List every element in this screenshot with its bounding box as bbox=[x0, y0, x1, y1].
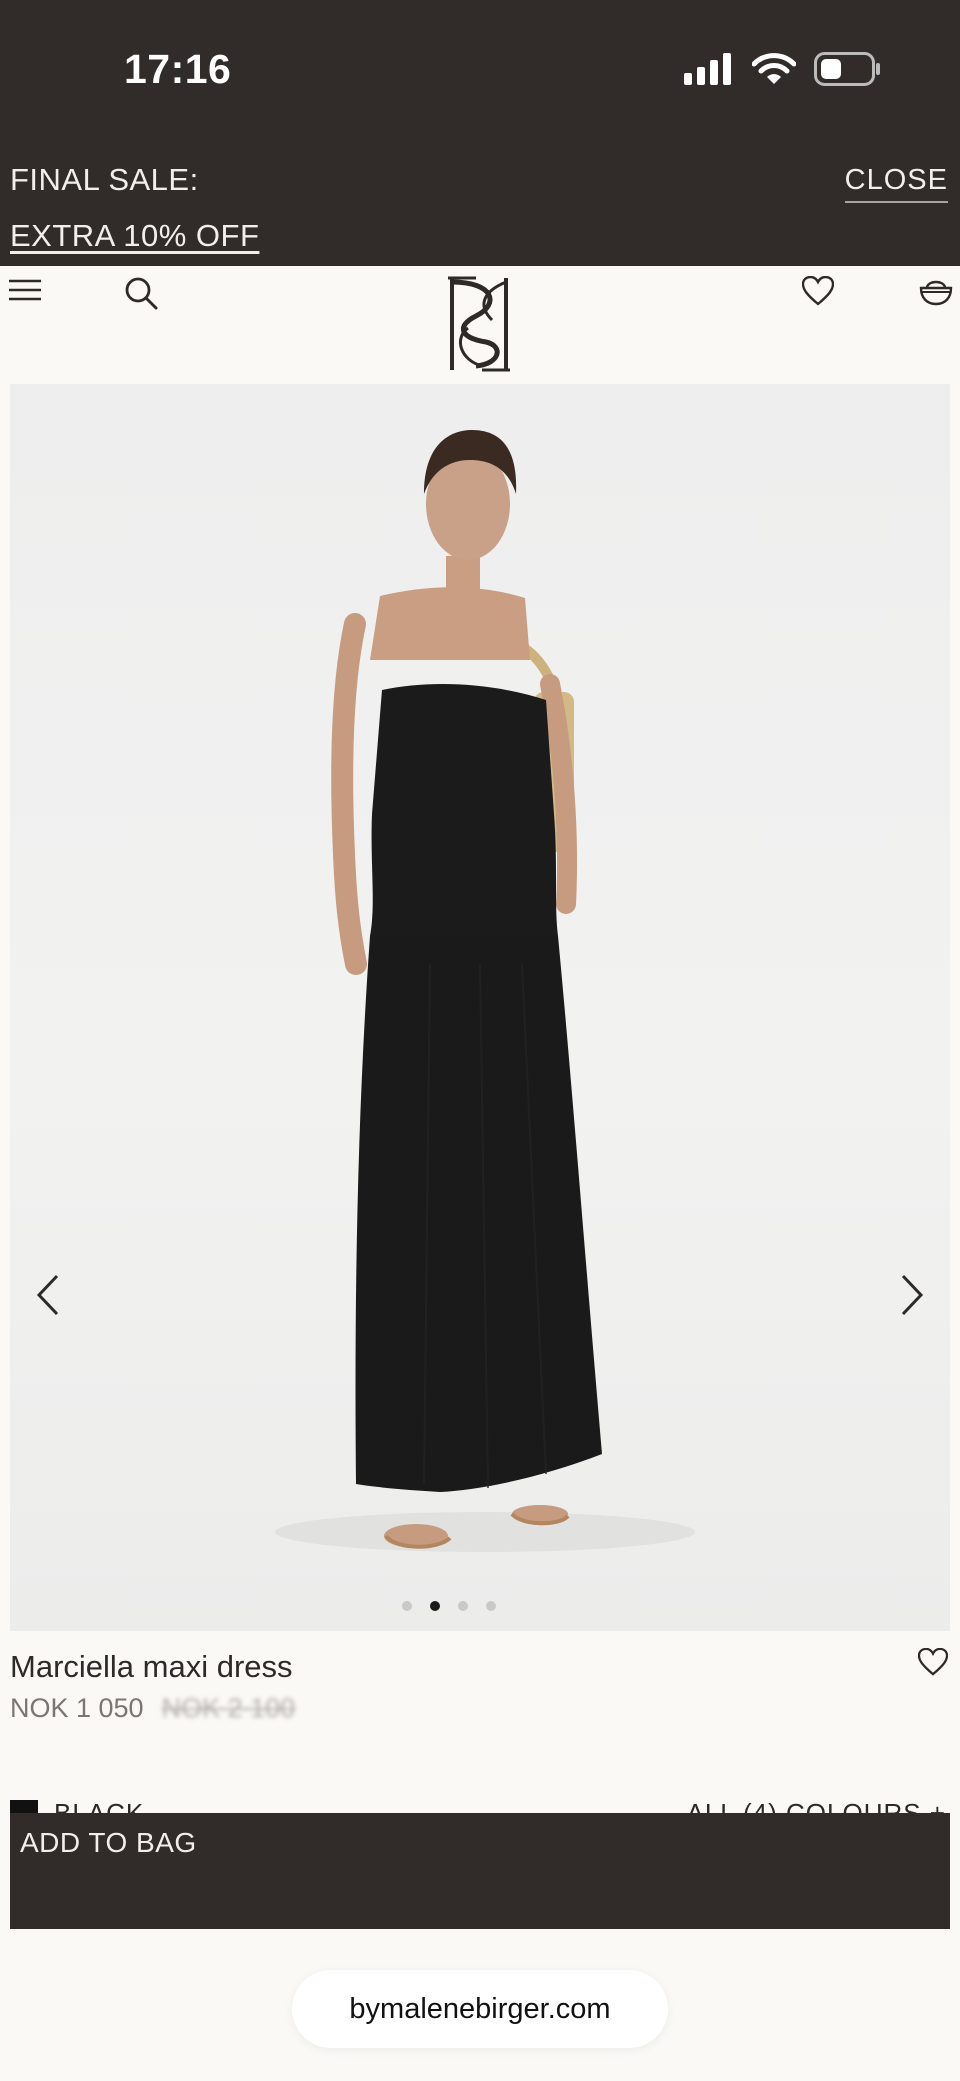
add-to-bag-button[interactable]: ADD TO BAG bbox=[10, 1813, 950, 1929]
promo-link[interactable]: EXTRA 10% OFF bbox=[10, 218, 259, 254]
price-row: NOK 1 050 NOK 2 100 bbox=[10, 1693, 295, 1724]
previous-image-chevron-left-icon[interactable] bbox=[36, 1274, 60, 1321]
wishlist-heart-icon[interactable] bbox=[801, 275, 835, 311]
pagination-dot[interactable] bbox=[402, 1601, 412, 1611]
browser-url-pill[interactable]: bymalenebirger.com bbox=[292, 1970, 668, 2048]
sale-price: NOK 1 050 bbox=[10, 1693, 144, 1723]
add-to-bag-label: ADD TO BAG bbox=[20, 1827, 197, 1858]
promo-banner: FINAL SALE: EXTRA 10% OFF CLOSE bbox=[0, 140, 960, 266]
wifi-icon bbox=[751, 53, 797, 90]
next-image-chevron-right-icon[interactable] bbox=[900, 1274, 924, 1321]
pagination-dot-active[interactable] bbox=[430, 1601, 440, 1611]
original-price: NOK 2 100 bbox=[161, 1693, 296, 1723]
product-name: Marciella maxi dress bbox=[10, 1649, 293, 1684]
promo-title: FINAL SALE: bbox=[10, 162, 199, 197]
menu-icon[interactable] bbox=[8, 278, 42, 309]
product-photo bbox=[275, 430, 695, 1552]
add-to-wishlist-heart-icon[interactable] bbox=[917, 1647, 949, 1681]
status-icons bbox=[684, 52, 880, 91]
pagination-dot[interactable] bbox=[458, 1601, 468, 1611]
brand-logo[interactable] bbox=[446, 276, 512, 377]
status-time: 17:16 bbox=[124, 46, 232, 92]
header-nav bbox=[0, 266, 960, 384]
shopping-bag-icon[interactable] bbox=[919, 276, 953, 311]
status-bar: 17:16 bbox=[0, 0, 960, 140]
pagination-dot[interactable] bbox=[486, 1601, 496, 1611]
battery-icon bbox=[814, 52, 880, 91]
cellular-signal-icon bbox=[684, 53, 734, 90]
gallery-pagination-dots bbox=[0, 1601, 960, 1611]
close-promo-button[interactable]: CLOSE bbox=[844, 164, 948, 203]
search-icon[interactable] bbox=[124, 276, 158, 315]
product-image-gallery[interactable] bbox=[10, 384, 950, 1631]
